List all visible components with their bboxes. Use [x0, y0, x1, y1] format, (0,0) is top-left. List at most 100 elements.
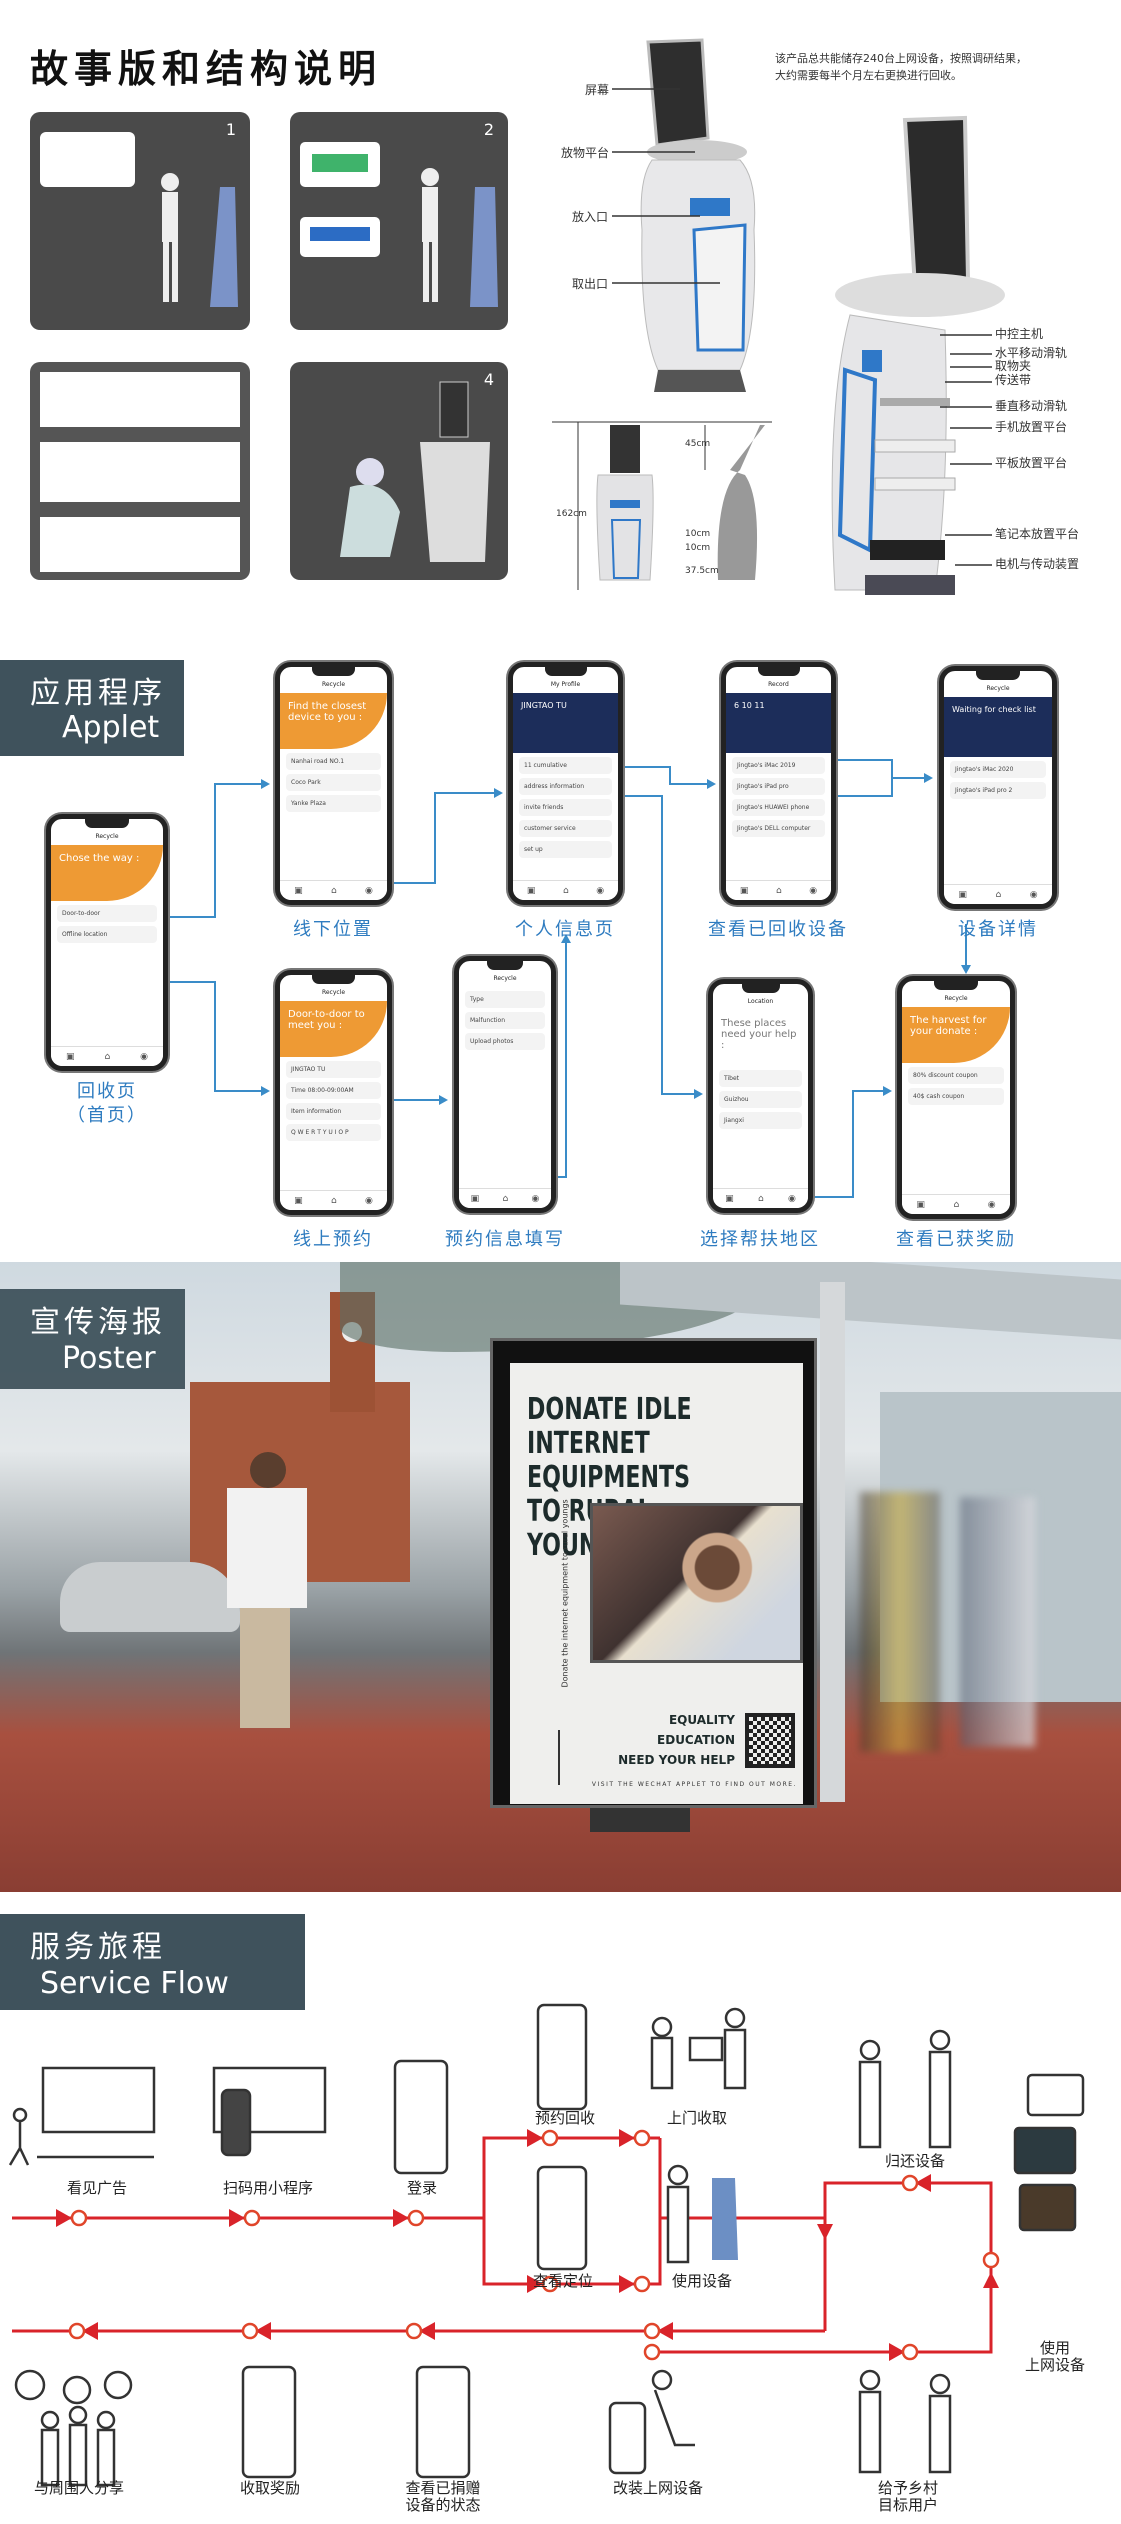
recycle-tab-icon[interactable]: ▣ [471, 1194, 480, 1204]
list-item[interactable]: JINGTAO TU [286, 1061, 381, 1078]
list-item[interactable]: Guizhou [719, 1091, 802, 1108]
store-tab-icon[interactable]: ⌂ [331, 886, 337, 896]
screen-caption: 选择帮扶地区 [700, 1229, 820, 1250]
screen-headline: Waiting for check list [944, 697, 1052, 757]
store-tab-icon[interactable]: ⌂ [758, 1194, 764, 1204]
list-item[interactable]: Item information [286, 1103, 381, 1120]
store-tab-icon[interactable]: ⌂ [104, 1052, 110, 1062]
phone-screen-online[interactable]: Recycle Door-to-door to meet you : JINGTAO… [275, 970, 392, 1215]
phone-screen-offline[interactable]: Recycle Find the closest device to you :N… [275, 662, 392, 905]
list-item[interactable]: Malfunction [465, 1012, 545, 1029]
phone-notch [312, 975, 355, 984]
phone-screen-record[interactable]: Record 6 10 11 Jingtao's iMac 2019 Jingtao'… [721, 662, 836, 905]
flow-step-label: 归还设备 [884, 2152, 946, 2170]
phone-notch [934, 981, 978, 990]
list-item[interactable]: Nanhai road NO.1 [286, 753, 381, 770]
store-tab-icon[interactable]: ⌂ [995, 890, 1001, 900]
profile-tab-icon[interactable]: ◉ [531, 1194, 539, 1204]
flow-step-label: 查看已捐赠 设备的状态 [405, 2479, 481, 2514]
recycle-tab-icon[interactable]: ▣ [294, 1196, 303, 1206]
phone-notch [84, 819, 130, 828]
phone-screen-detail[interactable]: Recycle Waiting for check list Jingtao's i… [939, 666, 1057, 909]
recycle-tab-icon[interactable]: ▣ [66, 1052, 75, 1062]
list-item[interactable]: Jingtao's HUAWEI phone [732, 799, 825, 816]
recycle-tab-icon[interactable]: ▣ [294, 886, 303, 896]
headline-line: DONATE IDLE [527, 1392, 692, 1427]
list-item[interactable]: Upload photos [465, 1033, 545, 1050]
list-item[interactable]: customer service [519, 820, 612, 837]
banner-cn: 宣传海报 [30, 1305, 166, 1340]
screen-caption: 线上预约 [293, 1229, 373, 1250]
list-item[interactable]: Offline location [57, 926, 157, 943]
list-item[interactable]: Door-to-door [57, 905, 157, 922]
list-item[interactable]: Jingtao's DELL computer [732, 820, 825, 837]
flow-step-label: 上门收取 [666, 2109, 728, 2127]
slogan: EQUALITY [668, 1713, 735, 1727]
list-item[interactable]: Jingtao's iPad pro [732, 778, 825, 795]
screen-headline: JINGTAO TU [513, 693, 618, 753]
list-item[interactable]: Jingtao's iPad pro 2 [950, 782, 1046, 799]
recycle-tab-icon[interactable]: ▣ [916, 1200, 925, 1210]
recycle-tab-icon[interactable]: ▣ [725, 1194, 734, 1204]
list-item[interactable]: Jingtao's iMac 2019 [732, 757, 825, 774]
profile-tab-icon[interactable]: ◉ [809, 886, 817, 896]
recycle-tab-icon[interactable]: ▣ [958, 890, 967, 900]
label: 手机放置平台 [995, 420, 1068, 434]
flow-step-label: 看见广告 [66, 2179, 128, 2197]
store-tab-icon[interactable]: ⌂ [563, 886, 569, 896]
profile-tab-icon[interactable]: ◉ [140, 1052, 148, 1062]
poster-footer: VISIT THE WECHAT APPLET TO FIND OUT MORE… [591, 1781, 797, 1788]
phone-screen-form[interactable]: Recycle Type Malfunction Upload photos ▣ ⌂ ◉ [454, 956, 556, 1213]
list-item[interactable]: invite friends [519, 799, 612, 816]
phone-screen-home[interactable]: Recycle Chose the way : Door-to-door Offlin… [46, 814, 168, 1071]
screen-headline: 6 10 11 [726, 693, 831, 753]
list-item[interactable]: Coco Park [286, 774, 381, 791]
profile-tab-icon[interactable]: ◉ [596, 886, 604, 896]
tab-bar: ▣ ⌂ ◉ [280, 880, 387, 900]
tab-bar: ▣ ⌂ ◉ [280, 1190, 387, 1210]
dim-shelf: 10cm [685, 529, 711, 539]
list-item[interactable]: Jiangxi [719, 1112, 802, 1129]
list-item[interactable]: 80% discount coupon [908, 1067, 1004, 1084]
list-item[interactable]: 11 cumulative [519, 757, 612, 774]
screen-headline: Find the closest device to you : [280, 693, 387, 749]
tab-bar: ▣ ⌂ ◉ [459, 1188, 551, 1208]
label: 垂直移动滑轨 [995, 399, 1068, 413]
list-item[interactable]: Type [465, 991, 545, 1008]
list-item[interactable]: Time 08:00-09:00AM [286, 1082, 381, 1099]
phone-screen-reward[interactable]: Recycle The harvest for your donate :80% … [897, 976, 1015, 1219]
profile-tab-icon[interactable]: ◉ [788, 1194, 796, 1204]
store-tab-icon[interactable]: ⌂ [953, 1200, 959, 1210]
phone-screen-location[interactable]: Location These places need your help : Tib… [708, 979, 813, 1213]
phone-screen-profile[interactable]: My Profile JINGTAO TU 11 cumulative address… [508, 662, 623, 905]
profile-tab-icon[interactable]: ◉ [365, 886, 373, 896]
phone-notch [976, 671, 1020, 680]
recycle-tab-icon[interactable]: ▣ [740, 886, 749, 896]
store-tab-icon[interactable]: ⌂ [331, 1196, 337, 1206]
list-item[interactable]: 40$ cash coupon [908, 1088, 1004, 1105]
store-tab-icon[interactable]: ⌂ [776, 886, 782, 896]
list-item[interactable]: Q W E R T Y U I O P [286, 1124, 381, 1141]
flow-step-label: 扫码用小程序 [222, 2179, 314, 2197]
screen-caption: 预约信息填写 [445, 1229, 565, 1250]
list-item[interactable]: set up [519, 841, 612, 858]
list-item[interactable]: address information [519, 778, 612, 795]
screen-caption: 回收页 （首页） [67, 1081, 147, 1126]
phone-notch [741, 984, 780, 993]
tab-bar: ▣ ⌂ ◉ [944, 884, 1052, 904]
screen-headline: The harvest for your donate : [902, 1007, 1010, 1063]
tab-bar: ▣ ⌂ ◉ [726, 880, 831, 900]
storyboard-title: 故事版和结构说明 [30, 47, 383, 91]
store-tab-icon[interactable]: ⌂ [502, 1194, 508, 1204]
recycle-tab-icon[interactable]: ▣ [527, 886, 536, 896]
list-item[interactable]: Yanke Plaza [286, 795, 381, 812]
label: 传送带 [995, 373, 1032, 387]
profile-tab-icon[interactable]: ◉ [365, 1196, 373, 1206]
storyboard-panel-4: 4 [290, 362, 508, 580]
list-item[interactable]: Tibet [719, 1070, 802, 1087]
profile-tab-icon[interactable]: ◉ [988, 1200, 996, 1210]
label: 取物夹 [995, 359, 1032, 373]
list-item[interactable]: Jingtao's iMac 2020 [950, 761, 1046, 778]
profile-tab-icon[interactable]: ◉ [1030, 890, 1038, 900]
flow-step-label: 给予乡村 目标用户 [877, 2479, 939, 2514]
